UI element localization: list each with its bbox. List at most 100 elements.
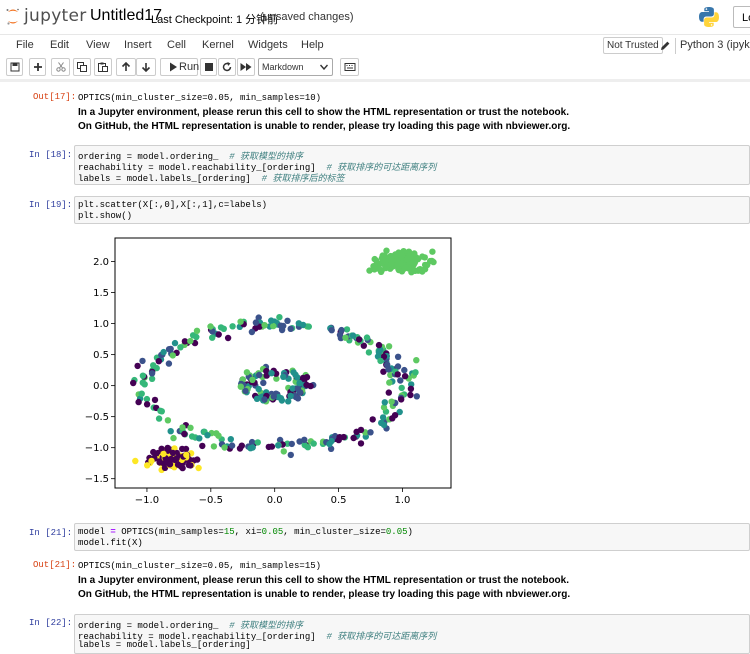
scatter-point xyxy=(164,417,172,424)
scatter-point xyxy=(187,337,194,345)
python-logo-icon xyxy=(699,7,719,27)
scatter-point xyxy=(397,377,404,384)
x-tick-label: 0.0 xyxy=(267,495,283,506)
kernel-indicator[interactable]: Python 3 (ipykern xyxy=(680,39,750,51)
y-tick-label: −1.5 xyxy=(85,474,109,485)
command-palette-button[interactable] xyxy=(340,58,359,76)
cut-button[interactable] xyxy=(51,58,70,76)
pencil-icon[interactable] xyxy=(660,39,670,51)
scatter-point xyxy=(143,401,151,408)
scatter-point xyxy=(305,323,312,330)
scatter-point xyxy=(280,373,287,380)
scatter-point xyxy=(268,370,275,377)
scatter-point xyxy=(381,252,388,260)
x-tick-label: −0.5 xyxy=(199,495,223,506)
scatter-point xyxy=(155,358,162,365)
scatter-point xyxy=(199,442,206,450)
run-label: Run xyxy=(179,61,200,73)
menu-widgets[interactable]: Widgets xyxy=(248,39,288,51)
scatter-point xyxy=(326,440,333,448)
scatter-point xyxy=(151,396,159,404)
scatter-point xyxy=(227,436,234,443)
jupyter-logo-icon xyxy=(6,8,19,25)
x-tick-label: 0.5 xyxy=(331,495,347,506)
y-tick-label: 1.5 xyxy=(93,288,109,299)
menu-view[interactable]: View xyxy=(86,39,110,51)
scatter-point xyxy=(310,440,317,447)
code-cell-input[interactable]: model = OPTICS(min_samples=15, xi=0.05, … xyxy=(74,523,750,551)
x-tick-label: −1.0 xyxy=(135,495,159,506)
code-cell-input[interactable]: ordering = model.ordering_ # 获取模型的排序 rea… xyxy=(74,145,750,185)
scatter-point xyxy=(411,250,418,257)
y-tick-label: 1.0 xyxy=(93,319,109,330)
run-button[interactable]: Run xyxy=(160,58,200,76)
scatter-point xyxy=(177,344,184,351)
move-down-button[interactable] xyxy=(136,58,156,76)
scatter-point xyxy=(377,357,384,365)
paste-button[interactable] xyxy=(94,58,112,76)
scatter-point xyxy=(357,440,365,447)
jupyter-logo[interactable]: jupyter xyxy=(6,5,86,29)
fast-forward-icon xyxy=(240,63,252,71)
scatter-point xyxy=(209,334,216,341)
scatter-point xyxy=(134,362,141,370)
scatter-point xyxy=(243,369,251,376)
scatter-point xyxy=(278,397,286,404)
scatter-point xyxy=(204,432,211,439)
scatter-point xyxy=(166,461,174,468)
scatter-point xyxy=(196,435,203,442)
scatter-point xyxy=(299,374,307,382)
code-text: OPTICS(min_samples= xyxy=(115,527,224,537)
scatter-point xyxy=(385,389,392,396)
scatter-point xyxy=(386,379,393,386)
scatter-point xyxy=(300,321,307,329)
scatter-point xyxy=(378,267,385,274)
scatter-point xyxy=(407,385,415,392)
cell-type-select[interactable]: Markdown xyxy=(258,58,333,76)
menu-kernel[interactable]: Kernel xyxy=(202,39,234,51)
copy-button[interactable] xyxy=(73,58,91,76)
scatter-point xyxy=(171,339,179,347)
scatter-point xyxy=(412,369,419,376)
output-text: OPTICS(min_cluster_size=0.05, min_sample… xyxy=(78,93,322,103)
scatter-point xyxy=(394,371,401,378)
code-line: model = OPTICS(min_samples=15, xi=0.05, … xyxy=(78,527,413,537)
scatter-point xyxy=(288,440,295,448)
code-cell-input[interactable]: plt.scatter(X[:,0],X[:,1],c=labels) plt.… xyxy=(74,196,750,224)
scatter-point xyxy=(237,383,244,390)
menu-insert[interactable]: Insert xyxy=(124,39,152,51)
menu-help[interactable]: Help xyxy=(301,39,324,51)
scatter-point xyxy=(181,430,188,438)
scatter-point xyxy=(249,444,256,451)
scatter-point xyxy=(381,399,388,406)
menu-cell[interactable]: Cell xyxy=(167,39,186,51)
scatter-point xyxy=(165,360,173,367)
save-button[interactable] xyxy=(6,58,23,76)
menu-edit[interactable]: Edit xyxy=(50,39,69,51)
scatter-point xyxy=(139,379,146,386)
code-text: , min_cluster_size= xyxy=(283,527,386,537)
move-up-button[interactable] xyxy=(116,58,136,76)
add-cell-button[interactable] xyxy=(29,58,46,76)
code-cell-input[interactable]: ordering = model.ordering_ # 获取模型的排序 rea… xyxy=(74,614,750,654)
scatter-point xyxy=(366,267,373,274)
scatter-point xyxy=(357,426,365,434)
scatter-point xyxy=(398,252,406,259)
scatter-point xyxy=(428,257,436,265)
scatter-point xyxy=(215,432,222,439)
scatter-point xyxy=(421,254,428,261)
x-tick-label: 1.0 xyxy=(394,495,410,506)
scatter-point xyxy=(365,349,373,356)
scatter-point xyxy=(294,395,302,402)
stop-button[interactable] xyxy=(200,58,217,76)
restart-run-all-button[interactable] xyxy=(237,58,255,76)
cell-type-value: Markdown xyxy=(262,62,304,72)
trust-status-button[interactable]: Not Trusted xyxy=(603,37,663,54)
scatter-point xyxy=(248,438,256,446)
scatter-point xyxy=(207,323,214,330)
output-prompt: Out[17]: xyxy=(33,92,77,102)
logout-button[interactable]: Lo xyxy=(733,6,750,28)
menu-file[interactable]: File xyxy=(16,39,34,51)
restart-button[interactable] xyxy=(218,58,236,76)
code-line: plt.show() xyxy=(78,211,133,221)
